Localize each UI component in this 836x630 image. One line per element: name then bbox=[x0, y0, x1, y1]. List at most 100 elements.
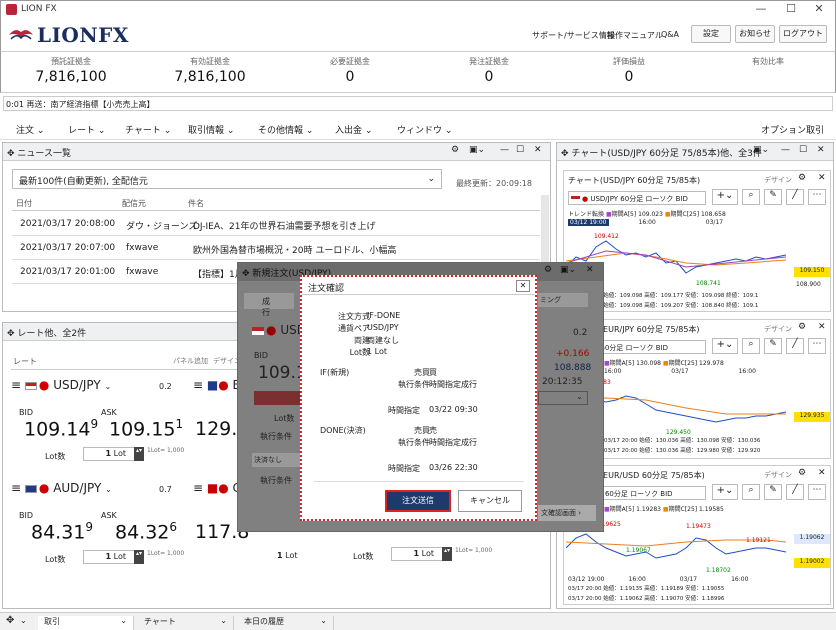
gear-icon[interactable]: ⚙ bbox=[544, 265, 552, 275]
design-link[interactable]: デザイン bbox=[764, 175, 792, 185]
restore-icon[interactable]: ☐ bbox=[516, 145, 524, 155]
search-icon[interactable]: ⌕ bbox=[742, 484, 760, 500]
lot-input[interactable]: 1 Lot bbox=[83, 550, 141, 564]
tab-history[interactable]: 本日の履歴 ⌄ bbox=[238, 616, 334, 630]
menu-deposit[interactable]: 入出金 ⌄ bbox=[335, 123, 372, 136]
value-condition: 時間指定成行 bbox=[429, 380, 477, 389]
minimize-icon[interactable]: — bbox=[747, 2, 775, 16]
close-icon[interactable]: ✕ bbox=[516, 280, 530, 292]
notice-button[interactable]: お知らせ bbox=[735, 25, 775, 43]
table-row[interactable]: 2021/03/17 20:07:00 fxwave 欧州外国為替市場概況・20時 … bbox=[12, 236, 540, 260]
send-order-button[interactable]: 注文送信 bbox=[385, 490, 451, 512]
current-price-tag: 1.19002 bbox=[794, 558, 830, 568]
gear-icon[interactable]: ⚙ bbox=[798, 173, 806, 183]
dropdown-select[interactable]: ⌄ bbox=[538, 391, 588, 405]
tab-market[interactable]: 成行 bbox=[244, 293, 294, 317]
ask-price[interactable]: 84.326 bbox=[115, 520, 177, 543]
pencil-icon[interactable]: ✎ bbox=[764, 484, 782, 500]
zoom-in-icon[interactable]: +⌄ bbox=[712, 338, 738, 354]
label-condition: 執行条件 bbox=[398, 380, 430, 389]
close-icon[interactable]: ✕ bbox=[818, 468, 826, 478]
move-handle-icon[interactable]: ✥ bbox=[7, 149, 15, 159]
pair-label[interactable]: ≡ ● AUD/JPY ⌄ bbox=[11, 481, 112, 495]
close-icon[interactable]: ✕ bbox=[534, 145, 542, 155]
menu-chart[interactable]: チャート ⌄ bbox=[125, 123, 171, 136]
more-icon[interactable]: ⋯ bbox=[808, 338, 826, 354]
design-link[interactable]: デザイン bbox=[764, 470, 792, 480]
manual-link[interactable]: 操作マニュアル bbox=[607, 30, 663, 41]
settings-button[interactable]: 設定 bbox=[691, 25, 731, 43]
move-handle-icon[interactable]: ✥ bbox=[7, 329, 15, 339]
tab-trade[interactable]: 取引 ⌄ bbox=[38, 616, 134, 630]
lot-stepper[interactable]: ▴▾ bbox=[134, 447, 144, 461]
label-pair: 通貨ペア bbox=[338, 324, 370, 333]
search-icon[interactable]: ⌕ bbox=[742, 338, 760, 354]
close-icon[interactable]: ✕ bbox=[805, 2, 833, 16]
menu-order[interactable]: 注文 ⌄ bbox=[16, 123, 44, 136]
bid-price[interactable]: 84.319 bbox=[31, 520, 93, 543]
move-handle-icon[interactable]: ✥ bbox=[561, 149, 569, 159]
layout-icon[interactable]: ▣⌄ bbox=[753, 145, 769, 155]
line-tool-icon[interactable]: ╱ bbox=[786, 338, 804, 354]
lot-stepper[interactable]: ▴▾ bbox=[442, 547, 452, 561]
gear-icon[interactable]: ⚙ bbox=[798, 468, 806, 478]
menu-window[interactable]: ウィンドウ ⌄ bbox=[397, 123, 452, 136]
pencil-icon[interactable]: ✎ bbox=[764, 338, 782, 354]
zoom-in-icon[interactable]: +⌄ bbox=[712, 189, 738, 205]
layout-icon[interactable]: ▣⌄ bbox=[469, 145, 485, 155]
ask-price[interactable]: 109.151 bbox=[109, 417, 183, 440]
more-icon[interactable]: ⋯ bbox=[808, 189, 826, 205]
close-icon[interactable]: ✕ bbox=[817, 145, 825, 155]
lot-input-mid[interactable]: 1 Lot bbox=[277, 551, 297, 560]
lot-stepper[interactable]: ▴▾ bbox=[134, 550, 144, 564]
menu-option[interactable]: オプション取引 bbox=[761, 123, 824, 136]
gear-icon[interactable]: ⚙ bbox=[451, 145, 459, 155]
table-row[interactable]: 2021/03/17 20:08:00 ダウ・ジョーンズ DJ-IEA、21年の世界… bbox=[12, 212, 540, 236]
maximize-icon[interactable]: ☐ bbox=[777, 2, 805, 16]
pair-label[interactable]: ≡ ● USD/JPY ⌄ bbox=[11, 378, 111, 392]
buy-sell-bar[interactable] bbox=[254, 391, 304, 405]
menu-other-info[interactable]: その他情報 ⌄ bbox=[258, 123, 313, 136]
menu-rate[interactable]: レート ⌄ bbox=[68, 123, 105, 136]
search-icon[interactable]: ⌕ bbox=[742, 189, 760, 205]
move-handle-icon[interactable]: ✥ bbox=[6, 615, 14, 626]
move-handle-icon[interactable]: ✥ bbox=[242, 269, 250, 279]
qa-link[interactable]: Q&A bbox=[661, 30, 679, 39]
news-ticker[interactable]: 0:01 再送：南ア経済指標【小売売上高】 bbox=[3, 96, 833, 111]
rate-card-usdjpy[interactable]: ≡ ● USD/JPY ⌄ 0.2 BID ASK 109.149 109.15… bbox=[11, 375, 184, 465]
lot-input[interactable]: 1 Lot bbox=[391, 547, 449, 561]
more-icon[interactable]: ⋯ bbox=[808, 484, 826, 500]
design-link[interactable]: デザイン bbox=[764, 324, 792, 334]
news-filter-select[interactable]: 最新100件(自動更新), 全配信元 ⌄ bbox=[12, 169, 442, 189]
settle-tab[interactable]: 決済なし bbox=[252, 453, 302, 467]
cancel-button[interactable]: キャンセル bbox=[458, 490, 522, 512]
minimize-icon[interactable]: — bbox=[500, 145, 509, 155]
tab-chart[interactable]: チャート ⌄ bbox=[138, 616, 234, 630]
zoom-in-icon[interactable]: +⌄ bbox=[712, 484, 738, 500]
high-label: 109.412 bbox=[594, 233, 619, 240]
support-link[interactable]: サポート/サービス情報 bbox=[532, 30, 615, 41]
menu-trade-info[interactable]: 取引情報 ⌄ bbox=[188, 123, 234, 136]
close-icon[interactable]: ✕ bbox=[586, 265, 594, 275]
line-tool-icon[interactable]: ╱ bbox=[786, 484, 804, 500]
lot-input[interactable]: 1 Lot bbox=[83, 447, 141, 461]
bid-price[interactable]: 109.149 bbox=[24, 417, 98, 440]
add-panel-link[interactable]: パネル追加 bbox=[173, 356, 208, 366]
layout-icon[interactable]: ▣⌄ bbox=[560, 265, 576, 275]
restore-icon[interactable]: ☐ bbox=[799, 145, 807, 155]
logout-button[interactable]: ログアウト bbox=[779, 25, 827, 43]
minimize-icon[interactable]: — bbox=[781, 145, 790, 155]
lot-note: 1Lot= 1,000 bbox=[147, 447, 185, 454]
rate-card-audjpy[interactable]: ≡ ● AUD/JPY ⌄ 0.7 BID ASK 84.319 84.326 … bbox=[11, 478, 184, 568]
line-tool-icon[interactable]: ╱ bbox=[786, 189, 804, 205]
close-icon[interactable]: ✕ bbox=[818, 322, 826, 332]
chart-pair-select[interactable]: ● USD/JPY 60分足 ローソク BID bbox=[568, 191, 706, 205]
confirm-screen-button[interactable]: 文確認画面 › bbox=[538, 505, 596, 521]
timing-tab[interactable]: ミング bbox=[538, 293, 588, 307]
lot-note: 1Lot= 1,000 bbox=[147, 550, 185, 557]
chevron-down-icon[interactable]: ⌄ bbox=[20, 616, 27, 625]
gear-icon[interactable]: ⚙ bbox=[798, 322, 806, 332]
close-icon[interactable]: ✕ bbox=[818, 173, 826, 183]
pencil-icon[interactable]: ✎ bbox=[764, 189, 782, 205]
lot-label: Lot数 bbox=[353, 552, 374, 561]
